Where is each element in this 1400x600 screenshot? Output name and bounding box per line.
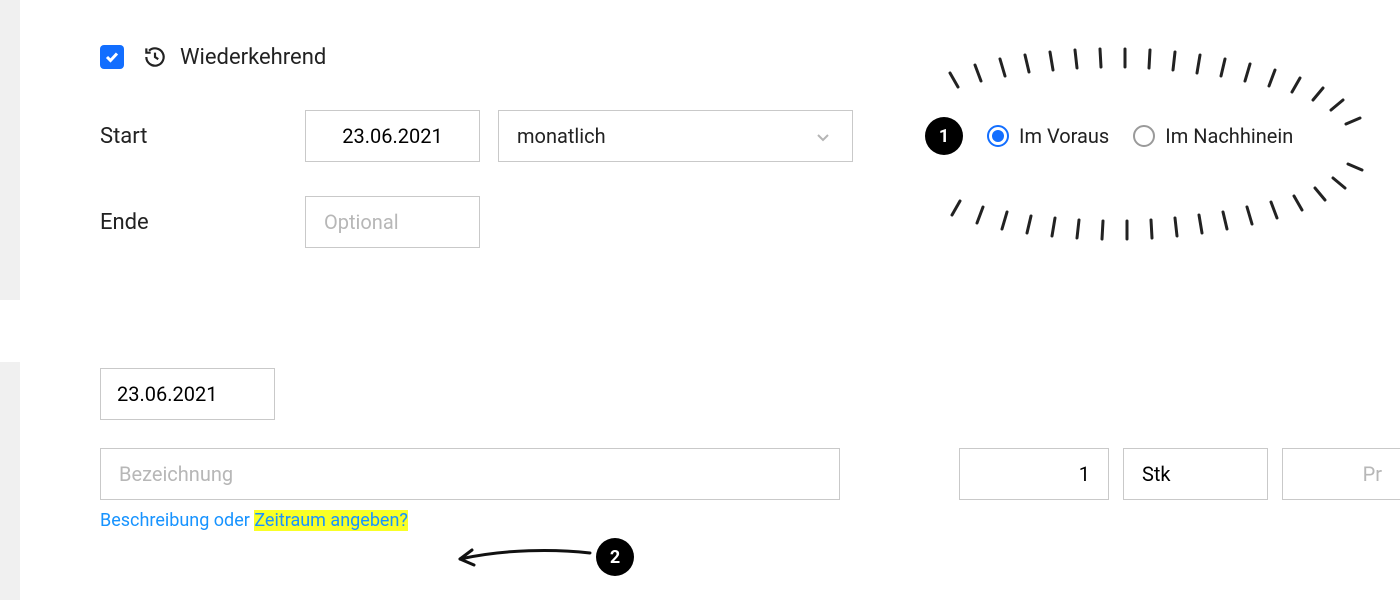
radio-retro-circle (1133, 125, 1155, 147)
callout-badge-1: 1 (925, 117, 963, 155)
end-date-input[interactable] (305, 196, 480, 248)
recurring-checkbox[interactable] (100, 45, 124, 69)
callout-badge-2: 2 (596, 538, 634, 576)
radio-advance[interactable]: Im Voraus (987, 124, 1109, 148)
frequency-select[interactable]: monatlich (498, 110, 853, 162)
link-part2-highlight: Zeitraum angeben? (254, 510, 408, 531)
radio-advance-circle (987, 125, 1009, 147)
chevron-down-icon (814, 127, 832, 145)
recurring-label: Wiederkehrend (180, 45, 326, 70)
end-label: Ende (100, 210, 305, 235)
left-rail-bottom (0, 362, 20, 600)
quantity-input[interactable] (959, 448, 1109, 500)
check-icon (104, 49, 120, 65)
arrow-annotation (445, 541, 595, 571)
left-rail-top (0, 0, 20, 300)
history-icon (142, 44, 168, 70)
start-date-input[interactable] (305, 110, 480, 162)
radio-retroactive[interactable]: Im Nachhinein (1133, 124, 1293, 148)
radio-advance-label: Im Voraus (1019, 124, 1109, 148)
frequency-value: monatlich (517, 124, 606, 148)
description-input[interactable] (100, 448, 840, 500)
start-label: Start (100, 124, 305, 149)
price-input[interactable] (1282, 448, 1400, 500)
add-description-link[interactable]: Beschreibung oder Zeitraum angeben? (100, 510, 1400, 531)
line-item-date-input[interactable] (100, 368, 275, 420)
unit-input[interactable] (1123, 448, 1268, 500)
radio-retro-label: Im Nachhinein (1165, 124, 1293, 148)
link-part1: Beschreibung oder (100, 510, 254, 531)
